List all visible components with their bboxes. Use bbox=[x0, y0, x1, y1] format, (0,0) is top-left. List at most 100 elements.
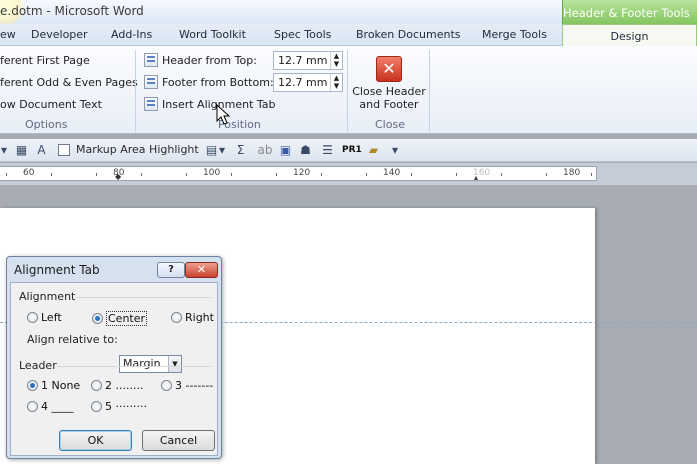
close-header-footer-label-2: and Footer bbox=[359, 98, 419, 111]
radio-leader-4-dot bbox=[27, 401, 38, 412]
different-first-page-label: ferent First Page bbox=[0, 54, 90, 67]
ruler-tick bbox=[96, 173, 97, 176]
different-odd-even-option[interactable]: ferent Odd & Even Pages bbox=[0, 76, 138, 89]
leader-3-label: 3 ------- bbox=[175, 379, 214, 392]
leader-2-radio[interactable]: 2 ........ bbox=[91, 379, 143, 392]
ruler-tick bbox=[276, 173, 277, 176]
footer-from-bottom: Footer from Bottom: bbox=[144, 75, 274, 89]
document-icon[interactable]: ▤ bbox=[204, 143, 219, 158]
stack-icon[interactable]: ▣ bbox=[278, 143, 293, 158]
align-relative-value: Margin bbox=[123, 357, 161, 370]
toolbar-overflow-icon[interactable]: ▾ bbox=[390, 143, 400, 158]
different-odd-even-label: ferent Odd & Even Pages bbox=[0, 76, 138, 89]
context-tab-group-title: Header & Footer Tools bbox=[562, 0, 697, 26]
align-relative-select[interactable]: Margin ▼ bbox=[119, 355, 182, 373]
close-header-footer-button[interactable]: ✕ Close Header and Footer bbox=[350, 50, 428, 122]
table-grid-icon[interactable]: ▦ bbox=[14, 143, 29, 158]
dialog-close-button[interactable]: ✕ bbox=[185, 262, 218, 278]
tab-add-ins[interactable]: Add-Ins bbox=[111, 28, 152, 41]
folder-icon[interactable]: ▰ bbox=[366, 143, 381, 158]
alignment-tab-icon bbox=[144, 97, 158, 111]
alignment-tab-dialog: Alignment Tab ? ✕ Alignment Left Center … bbox=[6, 256, 222, 459]
header-from-top-value: 12.7 mm bbox=[278, 54, 328, 67]
ok-button[interactable]: OK bbox=[59, 430, 132, 451]
header-spin-buttons[interactable]: ▲ ▼ bbox=[330, 52, 342, 69]
leader-4-radio[interactable]: 4 ____ bbox=[27, 400, 74, 413]
custom-toolbar: ▾ ▦ A Markup Area Highlight ▤ ▾ Σ ab ▣ ☗… bbox=[0, 139, 697, 162]
horizontal-ruler[interactable]: 60 80 100 120 140 160 180 ◆ ▴ bbox=[0, 166, 597, 182]
leader-3-radio[interactable]: 3 ------- bbox=[161, 379, 213, 392]
window-title: e.dotm - Microsoft Word bbox=[0, 4, 144, 18]
tab-design[interactable]: Design bbox=[562, 24, 697, 48]
alignment-right-label: Right bbox=[185, 311, 214, 324]
mouse-pointer-icon bbox=[216, 104, 230, 125]
tab-developer[interactable]: Developer bbox=[31, 28, 88, 41]
markup-area-highlight-checkbox[interactable] bbox=[58, 144, 70, 156]
document-dropdown-icon[interactable]: ▾ bbox=[218, 143, 226, 158]
ruler-tick bbox=[456, 173, 457, 176]
header-from-top-input[interactable]: 12.7 mm ▲ ▼ bbox=[273, 51, 343, 70]
header-from-top: Header from Top: bbox=[144, 53, 257, 67]
sigma-icon[interactable]: Σ bbox=[233, 143, 248, 158]
tab-word-toolkit[interactable]: Word Toolkit bbox=[179, 28, 246, 41]
tab-view[interactable]: ew bbox=[0, 28, 16, 41]
alignment-left-label: Left bbox=[41, 311, 62, 324]
help-button[interactable]: ? bbox=[157, 262, 185, 278]
ruler-tick bbox=[141, 173, 142, 176]
list-icon[interactable]: ☰ bbox=[320, 143, 335, 158]
ruler-tick bbox=[321, 173, 322, 176]
right-indent-marker-icon[interactable]: ▴ bbox=[474, 173, 478, 182]
footer-position-icon bbox=[144, 75, 158, 89]
alignment-right-radio[interactable]: Right bbox=[171, 311, 214, 324]
leader-2-label: 2 ........ bbox=[105, 379, 144, 392]
alignment-left-radio[interactable]: Left bbox=[27, 311, 62, 324]
header-position-icon bbox=[144, 53, 158, 67]
pr1-icon[interactable]: PR1 bbox=[342, 143, 362, 158]
ruler-tick bbox=[591, 173, 592, 176]
leader-5-radio[interactable]: 5 ········· bbox=[91, 400, 147, 413]
tab-spec-tools[interactable]: Spec Tools bbox=[274, 28, 331, 41]
text-field-icon[interactable]: ab bbox=[256, 143, 274, 158]
footer-from-bottom-input[interactable]: 12.7 mm ▲ ▼ bbox=[273, 73, 343, 92]
align-relative-label: Align relative to: bbox=[27, 333, 118, 346]
insert-alignment-tab-button[interactable]: Insert Alignment Tab bbox=[144, 97, 276, 111]
ruler-tick bbox=[6, 173, 7, 176]
ruler-label: 100 bbox=[203, 168, 221, 178]
alignment-section-label: Alignment bbox=[19, 290, 76, 303]
cancel-button[interactable]: Cancel bbox=[142, 430, 215, 451]
close-red-x-icon: ✕ bbox=[376, 56, 402, 82]
ruler-label: 180 bbox=[563, 168, 581, 178]
markup-area-highlight-label: Markup Area Highlight bbox=[76, 143, 199, 156]
footer-from-bottom-label: Footer from Bottom: bbox=[162, 75, 274, 89]
dialog-body: Alignment Left Center Right Align relati… bbox=[10, 282, 218, 456]
group-divider bbox=[347, 50, 348, 132]
leader-4-label: 4 ____ bbox=[41, 400, 74, 413]
ruler-label: 140 bbox=[383, 168, 401, 178]
tab-broken-documents[interactable]: Broken Documents bbox=[356, 28, 461, 41]
find-replace-icon[interactable]: A bbox=[34, 143, 49, 158]
different-first-page-option[interactable]: ferent First Page bbox=[0, 54, 90, 67]
tab-merge-tools[interactable]: Merge Tools bbox=[482, 28, 547, 41]
show-document-text-option[interactable]: ow Document Text bbox=[0, 98, 102, 111]
title-bar: e.dotm - Microsoft Word Header & Footer … bbox=[0, 0, 697, 26]
hierarchy-icon[interactable]: ☗ bbox=[298, 143, 313, 158]
leader-1-label: 1 None bbox=[41, 379, 81, 392]
radio-right-dot bbox=[171, 312, 182, 323]
toolbar-dropdown-icon[interactable]: ▾ bbox=[0, 143, 8, 158]
footer-spin-buttons[interactable]: ▲ ▼ bbox=[330, 74, 342, 91]
leader-5-label: 5 ········· bbox=[105, 400, 147, 413]
indent-marker-icon[interactable]: ◆ bbox=[115, 172, 121, 181]
chevron-down-icon[interactable]: ▼ bbox=[168, 356, 181, 372]
options-group-label: Options bbox=[25, 118, 68, 131]
close-header-footer-label-1: Close Header bbox=[352, 85, 426, 98]
alignment-center-radio[interactable]: Center bbox=[92, 311, 148, 326]
radio-left-dot bbox=[27, 312, 38, 323]
ruler-label: 60 bbox=[23, 168, 35, 178]
header-from-top-label: Header from Top: bbox=[162, 53, 257, 67]
radio-leader-1-dot bbox=[27, 380, 38, 391]
ruler-tick bbox=[411, 173, 412, 176]
dialog-title: Alignment Tab bbox=[14, 263, 100, 277]
ruler-tick bbox=[186, 173, 187, 176]
leader-1-radio[interactable]: 1 None bbox=[27, 379, 80, 392]
leader-section-label: Leader bbox=[19, 359, 57, 372]
